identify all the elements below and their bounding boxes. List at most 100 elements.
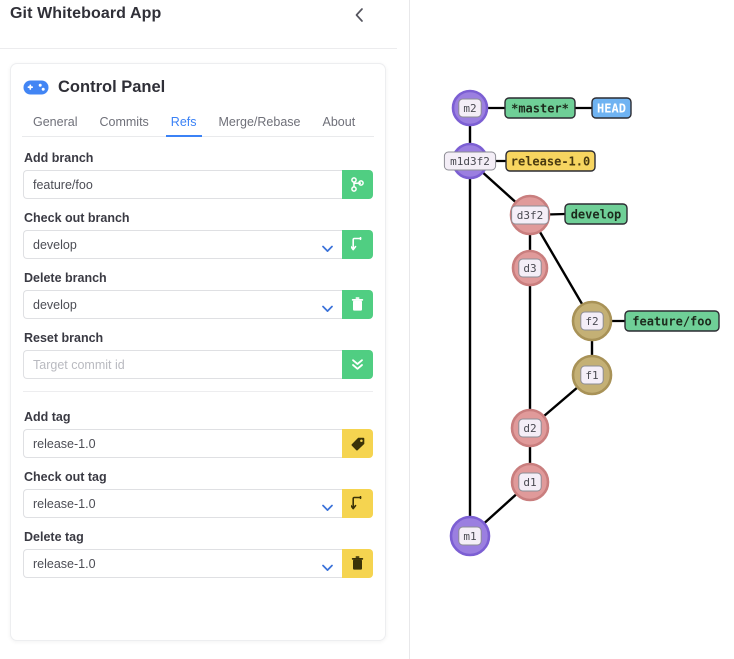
commit-node[interactable]: d3 (511, 249, 549, 287)
ref-label-branch[interactable]: *master* (504, 97, 576, 119)
chevron-left-icon[interactable] (349, 5, 369, 25)
text-input[interactable]: release-1.0 (23, 429, 342, 458)
checkout-arrow-button[interactable] (342, 230, 373, 259)
tab-general[interactable]: General (22, 115, 88, 136)
field-label: Delete tag (24, 530, 84, 544)
commit-node[interactable]: m1d3f2 (443, 142, 497, 180)
ref-label-text: release-1.0 (511, 154, 590, 168)
ref-label-tag[interactable]: release-1.0 (505, 150, 596, 172)
section-divider (23, 391, 373, 392)
tag-button[interactable] (342, 429, 373, 458)
commit-node[interactable]: d2 (510, 408, 550, 448)
select-input[interactable]: release-1.0 (23, 549, 342, 578)
ref-label-text: develop (571, 207, 622, 221)
ref-label-text: *master* (511, 101, 569, 115)
select-input[interactable]: develop (23, 290, 342, 319)
double-chevron-down-button[interactable] (342, 350, 373, 379)
control-panel-header: Control Panel (11, 64, 385, 97)
commit-id-label: m2 (463, 102, 476, 115)
commit-id-label: m1 (463, 530, 476, 543)
app-header: Git Whiteboard App (0, 0, 397, 49)
tag-icon (351, 437, 365, 451)
page-title: Git Whiteboard App (10, 5, 162, 22)
field-label: Add branch (24, 151, 94, 165)
trash-icon (351, 556, 364, 571)
chevron-down-icon (322, 560, 333, 571)
field-row: develop (23, 230, 373, 259)
field-value: Target commit id (33, 357, 125, 372)
trash-button[interactable] (342, 549, 373, 578)
field-value: develop (33, 237, 77, 252)
commit-id-label: d3f2 (517, 209, 544, 222)
select-input[interactable]: release-1.0 (23, 489, 342, 518)
text-input[interactable]: feature/foo (23, 170, 342, 199)
field-label: Delete branch (24, 271, 107, 285)
checkout-arrow-icon (351, 237, 364, 252)
ref-label-text: HEAD (597, 101, 626, 115)
ref-label-text: feature/foo (632, 314, 711, 328)
field-row: release-1.0 (23, 489, 373, 518)
field-check-out-branch: Check out branch develop (23, 211, 373, 259)
commit-node[interactable]: m2 (451, 89, 489, 127)
text-input[interactable]: Target commit id (23, 350, 342, 379)
field-label: Add tag (24, 410, 71, 424)
trash-icon (351, 297, 364, 312)
gamepad-icon (23, 79, 49, 96)
control-pane: Git Whiteboard App Control Panel General… (0, 0, 410, 659)
chevron-down-icon (322, 500, 333, 511)
git-graph[interactable]: m2m1d3f2d3f2d3f2f1d2d1m1*master* HEADrele… (410, 0, 734, 659)
field-value: develop (33, 297, 77, 312)
field-row: feature/foo (23, 170, 373, 199)
field-delete-branch: Delete branch develop (23, 271, 373, 319)
field-reset-branch: Reset branch Target commit id (23, 331, 373, 379)
field-value: release-1.0 (33, 556, 96, 571)
tab-bar: General Commits Refs Merge/Rebase About (22, 109, 374, 137)
chevron-down-icon (322, 241, 333, 252)
control-panel-card: Control Panel General Commits Refs Merge/Re… (10, 63, 386, 641)
field-row: develop (23, 290, 373, 319)
field-label: Check out branch (24, 211, 130, 225)
branch-button[interactable] (342, 170, 373, 199)
commit-id-label: f1 (585, 369, 598, 382)
field-check-out-tag: Check out tag release-1.0 (23, 470, 373, 518)
tab-about[interactable]: About (312, 115, 367, 136)
commit-id-label: f2 (585, 315, 598, 328)
checkout-arrow-button[interactable] (342, 489, 373, 518)
field-row: release-1.0 (23, 429, 373, 458)
trash-button[interactable] (342, 290, 373, 319)
commit-id-label: d3 (523, 262, 536, 275)
commit-node[interactable]: m1 (449, 515, 491, 557)
chevron-down-icon (322, 301, 333, 312)
field-value: feature/foo (33, 177, 93, 192)
field-value: release-1.0 (33, 436, 96, 451)
tab-commits[interactable]: Commits (88, 115, 159, 136)
git-graph-pane: m2 m1d3f2 d3f2 d3 f2 f1 d2 d1 m1 *master* HEAD rele… (410, 0, 734, 659)
commit-id-label: d1 (523, 476, 536, 489)
field-row: release-1.0 (23, 549, 373, 578)
tab-refs[interactable]: Refs (160, 115, 208, 137)
control-panel-title: Control Panel (58, 78, 166, 96)
branch-icon (351, 177, 364, 192)
field-label: Check out tag (24, 470, 107, 484)
ref-label-branch[interactable]: develop (564, 203, 628, 225)
commit-node[interactable]: f2 (571, 300, 613, 342)
commit-node[interactable]: f1 (571, 354, 613, 396)
app-root: Git Whiteboard App Control Panel General… (0, 0, 734, 659)
double-chevron-down-icon (351, 357, 364, 372)
field-add-branch: Add branch feature/foo (23, 151, 373, 199)
refs-form: Add branch feature/foo Check out branch dev… (11, 137, 385, 578)
ref-label-head[interactable]: HEAD (591, 97, 632, 119)
tag-field-group: Add tag release-1.0 Check out tag release-1… (23, 410, 373, 578)
field-label: Reset branch (24, 331, 104, 345)
commit-node[interactable]: d1 (510, 462, 550, 502)
field-add-tag: Add tag release-1.0 (23, 410, 373, 458)
select-input[interactable]: develop (23, 230, 342, 259)
commit-id-label: m1d3f2 (450, 155, 490, 168)
field-delete-tag: Delete tag release-1.0 (23, 530, 373, 578)
commit-node[interactable]: d3f2 (509, 194, 551, 236)
field-value: release-1.0 (33, 496, 96, 511)
checkout-arrow-icon (351, 496, 364, 511)
tab-merge-rebase[interactable]: Merge/Rebase (208, 115, 312, 136)
ref-label-branch[interactable]: feature/foo (624, 310, 720, 332)
commit-id-label: d2 (523, 422, 536, 435)
